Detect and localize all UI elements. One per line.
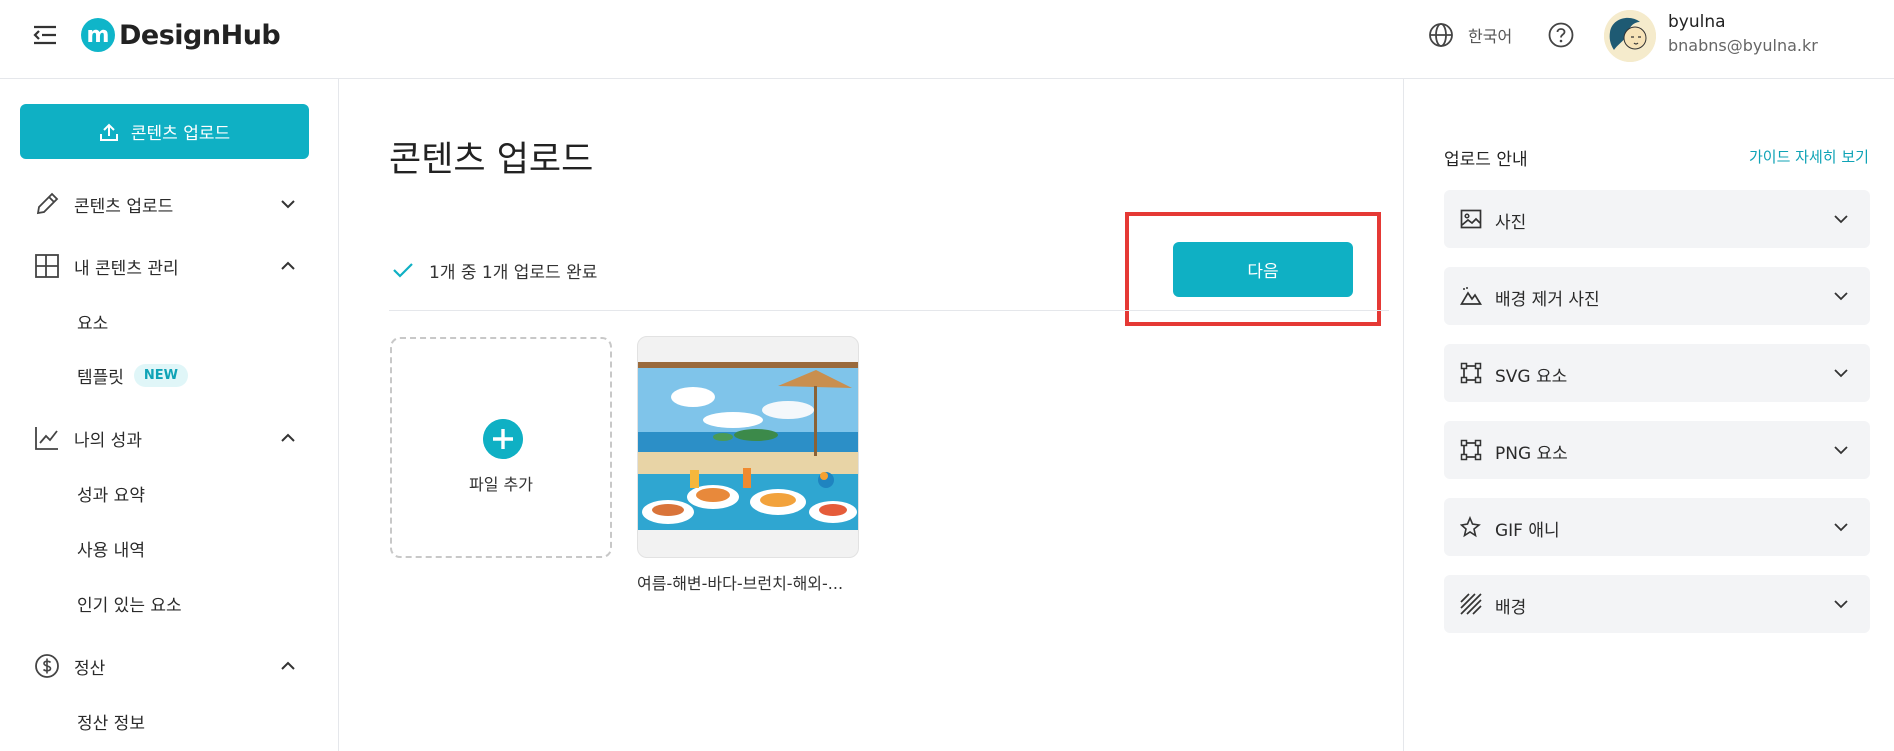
chevron-up-icon bbox=[281, 661, 295, 670]
avatar[interactable] bbox=[1604, 10, 1656, 62]
help-icon[interactable] bbox=[1547, 21, 1575, 49]
collapse-menu-icon[interactable] bbox=[32, 22, 58, 48]
file-name: 여름-해변-바다-브런치-해외-... bbox=[637, 574, 844, 593]
nav-performance[interactable]: 나의 성과 bbox=[32, 421, 300, 455]
nav-sub-elements[interactable]: 요소 bbox=[77, 306, 108, 336]
user-email: bnabns@byulna.kr bbox=[1668, 36, 1818, 55]
upload-icon bbox=[99, 123, 118, 141]
chevron-down-icon bbox=[1834, 292, 1848, 301]
guide-item-label: SVG 요소 bbox=[1495, 367, 1568, 387]
file-thumbnail[interactable] bbox=[637, 336, 859, 558]
add-file-label: 파일 추가 bbox=[469, 475, 533, 494]
add-file-dropzone[interactable]: 파일 추가 bbox=[390, 337, 612, 558]
chart-icon bbox=[35, 427, 58, 450]
nav-settlement[interactable]: 정산 bbox=[32, 649, 300, 683]
guide-panel bbox=[1403, 79, 1894, 751]
chevron-down-icon bbox=[1834, 523, 1848, 532]
nav-sub-usage[interactable]: 사용 내역 bbox=[77, 533, 145, 563]
chevron-up-icon bbox=[281, 433, 295, 442]
chevron-up-icon bbox=[281, 261, 295, 270]
guide-item-label: 배경 제거 사진 bbox=[1495, 290, 1600, 310]
nav-sub-templates[interactable]: 템플릿 NEW bbox=[77, 360, 189, 390]
guide-item-label: PNG 요소 bbox=[1495, 444, 1568, 464]
vector-icon bbox=[1460, 362, 1482, 384]
guide-item-bg-removed[interactable]: 배경 제거 사진 bbox=[1444, 267, 1870, 325]
upload-status-text: 1개 중 1개 업로드 완료 bbox=[429, 262, 598, 283]
layout-icon bbox=[35, 254, 59, 278]
stripes-icon bbox=[1460, 593, 1482, 615]
brand-logo[interactable]: m DesignHub bbox=[81, 18, 281, 52]
guide-details-link[interactable]: 가이드 자세히 보기 bbox=[1749, 146, 1869, 167]
next-button[interactable]: 다음 bbox=[1173, 242, 1353, 297]
mountain-icon bbox=[1460, 287, 1482, 305]
chevron-down-icon bbox=[1834, 600, 1848, 609]
beach-brunch-image bbox=[638, 362, 858, 530]
nav-sub-popular[interactable]: 인기 있는 요소 bbox=[77, 588, 182, 618]
image-icon bbox=[1460, 209, 1482, 229]
brand-name: DesignHub bbox=[119, 19, 281, 51]
nav-my-content[interactable]: 내 콘텐츠 관리 bbox=[32, 249, 300, 283]
chevron-down-icon bbox=[1834, 446, 1848, 455]
nav-content-upload[interactable]: 콘텐츠 업로드 bbox=[32, 187, 300, 221]
language-selector[interactable]: 한국어 bbox=[1428, 21, 1512, 49]
vector-icon bbox=[1460, 439, 1482, 461]
brand-mark: m bbox=[81, 18, 115, 52]
guide-item-label: 배경 bbox=[1495, 598, 1527, 618]
new-badge: NEW bbox=[133, 363, 189, 387]
nav-label: 나의 성과 bbox=[74, 430, 142, 451]
nav-label: 정산 bbox=[74, 658, 106, 679]
guide-item-photo[interactable]: 사진 bbox=[1444, 190, 1870, 248]
guide-item-svg[interactable]: SVG 요소 bbox=[1444, 344, 1870, 402]
top-header: m DesignHub 한국어 byulna bnabns@byulna.kr bbox=[0, 0, 1894, 79]
upload-content-button[interactable]: 콘텐츠 업로드 bbox=[20, 104, 309, 159]
guide-item-background[interactable]: 배경 bbox=[1444, 575, 1870, 633]
guide-item-gif[interactable]: GIF 애니 bbox=[1444, 498, 1870, 556]
nav-label: 콘텐츠 업로드 bbox=[74, 196, 174, 217]
chevron-down-icon bbox=[281, 200, 295, 209]
sparkle-icon bbox=[1460, 516, 1481, 538]
nav-sub-settlement-info[interactable]: 정산 정보 bbox=[77, 706, 145, 736]
nav-sub-label: 템플릿 bbox=[77, 367, 124, 388]
language-label: 한국어 bbox=[1468, 27, 1513, 46]
plus-icon bbox=[483, 419, 523, 459]
nav-label: 내 콘텐츠 관리 bbox=[74, 258, 179, 279]
chevron-down-icon bbox=[1834, 369, 1848, 378]
guide-item-label: GIF 애니 bbox=[1495, 521, 1560, 541]
sidebar: 콘텐츠 업로드 콘텐츠 업로드 내 콘텐츠 관리 요소 템플릿 NEW 나의 성… bbox=[0, 79, 339, 751]
guide-title: 업로드 안내 bbox=[1444, 150, 1528, 170]
upload-status: 1개 중 1개 업로드 완료 bbox=[391, 255, 597, 285]
check-icon bbox=[393, 263, 413, 278]
guide-item-png[interactable]: PNG 요소 bbox=[1444, 421, 1870, 479]
pencil-icon bbox=[36, 192, 59, 215]
guide-item-label: 사진 bbox=[1495, 213, 1527, 233]
divider bbox=[389, 310, 1389, 311]
dollar-icon bbox=[35, 654, 59, 678]
user-name: byulna bbox=[1668, 12, 1726, 32]
chevron-down-icon bbox=[1834, 215, 1848, 224]
globe-icon bbox=[1429, 23, 1453, 47]
upload-button-label: 콘텐츠 업로드 bbox=[130, 124, 231, 144]
page-title: 콘텐츠 업로드 bbox=[389, 140, 594, 180]
nav-sub-summary[interactable]: 성과 요약 bbox=[77, 478, 145, 508]
